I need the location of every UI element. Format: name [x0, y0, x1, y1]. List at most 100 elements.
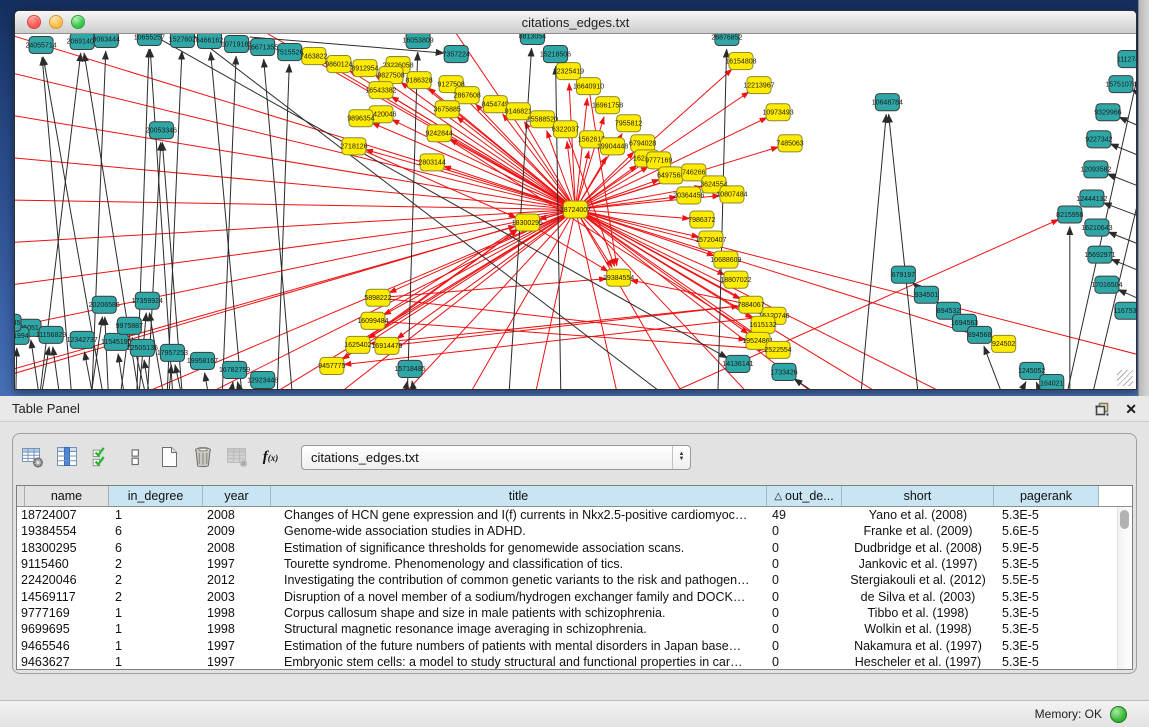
- network-edge[interactable]: [373, 229, 517, 321]
- network-node[interactable]: 7955812: [615, 115, 642, 132]
- table-row[interactable]: 1872400712008Changes of HCN gene express…: [17, 507, 1132, 523]
- network-node[interactable]: 17016504: [1091, 276, 1122, 293]
- table-selector-dropdown[interactable]: citations_edges.txt ▲▼: [301, 445, 691, 470]
- network-node[interactable]: 1112747: [1117, 51, 1136, 68]
- network-node[interactable]: 16210643: [1081, 219, 1112, 236]
- network-node[interactable]: 12444132: [1076, 190, 1107, 207]
- network-node[interactable]: 1733426: [770, 363, 797, 380]
- network-node[interactable]: 20206586: [89, 296, 120, 313]
- table-row[interactable]: 1830029562008Estimation of significance …: [17, 540, 1132, 556]
- network-node[interactable]: 12923448: [247, 371, 278, 388]
- network-node[interactable]: 164021: [1040, 374, 1064, 389]
- network-node[interactable]: 19384554: [603, 269, 634, 286]
- network-node[interactable]: 16671355: [247, 39, 278, 56]
- network-node[interactable]: 10655257: [134, 34, 165, 46]
- select-all-checkboxes-button[interactable]: [87, 444, 114, 471]
- network-node[interactable]: 16053809: [403, 34, 434, 49]
- network-node[interactable]: 16154808: [725, 53, 756, 70]
- network-node[interactable]: 9242844: [426, 125, 453, 142]
- column-header-name[interactable]: name: [25, 486, 109, 506]
- table-row[interactable]: 946362711997Embryonic stem cells: a mode…: [17, 654, 1132, 670]
- network-edge[interactable]: [576, 209, 1028, 389]
- network-edge[interactable]: [205, 373, 216, 389]
- show-hide-columns-button[interactable]: [53, 444, 80, 471]
- network-edge[interactable]: [576, 209, 707, 389]
- network-edge[interactable]: [717, 49, 727, 389]
- close-panel-icon[interactable]: ✕: [1125, 402, 1137, 416]
- network-node[interactable]: 1615132: [749, 316, 776, 333]
- network-node[interactable]: 9063444: [93, 34, 120, 48]
- network-node[interactable]: 24055714: [25, 37, 56, 54]
- network-node[interactable]: 7357224: [443, 46, 470, 63]
- table-vertical-scrollbar[interactable]: [1117, 507, 1132, 669]
- network-node[interactable]: 6794028: [629, 135, 656, 152]
- network-node[interactable]: 12325419: [553, 63, 584, 80]
- delete-columns-button[interactable]: [189, 444, 216, 471]
- network-node[interactable]: 12093582: [1080, 161, 1111, 178]
- network-node[interactable]: 17359924: [132, 292, 163, 309]
- network-window-titlebar[interactable]: citations_edges.txt: [15, 11, 1136, 34]
- network-node[interactable]: 15218506: [540, 46, 571, 63]
- network-node[interactable]: 10973493: [762, 104, 793, 121]
- network-node[interactable]: 931145: [15, 314, 21, 331]
- network-edge[interactable]: [118, 354, 130, 389]
- network-node[interactable]: 15720407: [695, 231, 726, 248]
- network-node[interactable]: 9896354: [347, 110, 374, 127]
- network-node[interactable]: 11156829: [36, 326, 66, 343]
- network-node[interactable]: 1527602: [169, 34, 196, 48]
- network-edge[interactable]: [53, 347, 65, 389]
- network-node[interactable]: 14136141: [722, 355, 753, 372]
- table-row[interactable]: 969969511998Structural magnetic resonanc…: [17, 621, 1132, 637]
- network-node[interactable]: 9860124: [325, 56, 352, 73]
- zoom-traffic-light-icon[interactable]: [71, 15, 85, 29]
- network-node[interactable]: 9329966: [1094, 104, 1121, 121]
- table-row[interactable]: 2242004622012Investigating the contribut…: [17, 572, 1132, 588]
- network-node[interactable]: 10688609: [710, 251, 741, 268]
- network-edge[interactable]: [998, 382, 1026, 389]
- network-node[interactable]: 9777169: [645, 152, 672, 169]
- memory-status-indicator[interactable]: [1110, 706, 1127, 723]
- network-node[interactable]: 8215958: [1056, 206, 1083, 223]
- table-row[interactable]: 911546021997Tourette syndrome. Phenomeno…: [17, 556, 1132, 572]
- network-edge[interactable]: [221, 56, 237, 389]
- network-canvas[interactable]: 1872400774638229860124891295423226058982…: [15, 34, 1136, 389]
- network-node[interactable]: 679197: [891, 266, 915, 283]
- column-header-in-degree[interactable]: in_degree: [109, 486, 203, 506]
- network-edge[interactable]: [569, 83, 575, 209]
- column-header-short[interactable]: short: [842, 486, 994, 506]
- network-edge[interactable]: [857, 114, 886, 389]
- network-node[interactable]: 16640910: [573, 78, 604, 95]
- network-edge[interactable]: [396, 381, 408, 389]
- close-traffic-light-icon[interactable]: [27, 15, 41, 29]
- network-node[interactable]: 16782759: [219, 361, 250, 378]
- network-node[interactable]: 19904448: [597, 138, 628, 155]
- function-builder-button[interactable]: f(x): [257, 444, 284, 471]
- network-node[interactable]: 12342737: [67, 331, 98, 348]
- network-node[interactable]: 8186328: [405, 72, 432, 89]
- table-row[interactable]: 1938455462009Genome-wide association stu…: [17, 523, 1132, 539]
- network-node[interactable]: 1625402: [344, 336, 371, 353]
- network-edge[interactable]: [794, 379, 877, 389]
- network-node[interactable]: 7463822: [300, 48, 327, 65]
- table-settings-button[interactable]: [19, 444, 46, 471]
- network-edge[interactable]: [105, 317, 110, 389]
- network-edge[interactable]: [527, 223, 608, 272]
- network-edge[interactable]: [1110, 144, 1136, 180]
- network-node[interactable]: 12505135: [127, 339, 158, 356]
- scrollbar-thumb[interactable]: [1120, 510, 1129, 529]
- network-node[interactable]: 15718485: [394, 360, 425, 377]
- network-node[interactable]: 8813054: [519, 34, 546, 45]
- network-node[interactable]: 16914479: [371, 337, 402, 354]
- network-edge[interactable]: [412, 381, 421, 389]
- network-node[interactable]: 6466162: [196, 34, 223, 49]
- network-canvas-container[interactable]: 1872400774638229860124891295423226058982…: [15, 34, 1136, 389]
- network-node[interactable]: 18300295: [512, 214, 543, 231]
- network-node[interactable]: 7485063: [776, 135, 803, 152]
- float-panel-icon[interactable]: [1095, 402, 1109, 416]
- network-node[interactable]: 894568: [968, 326, 992, 343]
- network-node[interactable]: 3675885: [434, 101, 461, 118]
- network-node[interactable]: 12213967: [743, 77, 774, 94]
- table-row[interactable]: 1456911722003Disruption of a novel membe…: [17, 588, 1132, 604]
- network-node[interactable]: 5898222: [364, 289, 391, 306]
- network-node[interactable]: 7884067: [737, 296, 764, 313]
